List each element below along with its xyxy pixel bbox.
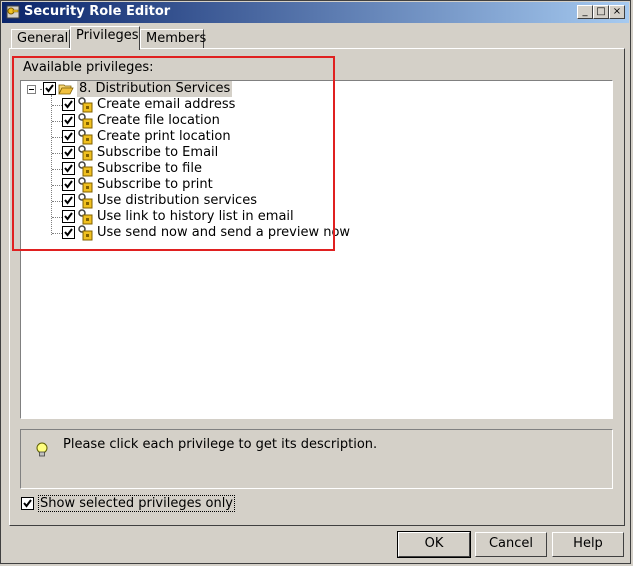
privilege-checkbox[interactable] — [62, 226, 75, 239]
privilege-checkbox[interactable] — [62, 130, 75, 143]
privilege-label: Subscribe to Email — [97, 145, 219, 160]
privilege-item[interactable]: Use send now and send a preview now — [25, 225, 350, 241]
root-label: 8. Distribution Services — [77, 81, 233, 97]
privilege-checkbox[interactable] — [62, 194, 75, 207]
privilege-item[interactable]: Create print location — [25, 129, 345, 145]
tree-connector — [52, 185, 62, 186]
lightbulb-icon — [36, 442, 48, 457]
privilege-checkbox[interactable] — [62, 210, 75, 223]
minimize-button[interactable]: _ — [577, 5, 593, 19]
tree-connector — [52, 121, 62, 122]
privilege-lock-icon — [78, 113, 93, 129]
title-bar[interactable]: Security Role Editor _ □ × — [2, 2, 629, 23]
show-selected-label[interactable]: Show selected privileges only — [38, 495, 235, 512]
privilege-lock-icon — [78, 145, 93, 161]
tree-root-node[interactable]: 8. Distribution Services — [25, 81, 325, 97]
collapse-icon[interactable] — [27, 85, 36, 94]
folder-open-icon — [58, 84, 74, 95]
help-button[interactable]: Help — [552, 532, 624, 557]
tree-connector — [52, 153, 62, 154]
privilege-item[interactable]: Subscribe to print — [25, 177, 345, 193]
tree-connector — [52, 201, 62, 202]
privilege-item[interactable]: Use distribution services — [25, 193, 345, 209]
privilege-lock-icon — [78, 177, 93, 193]
tab-privileges[interactable]: Privileges — [70, 26, 140, 50]
available-privileges-label: Available privileges: — [23, 60, 154, 75]
privilege-lock-icon — [78, 209, 93, 225]
privilege-checkbox[interactable] — [62, 114, 75, 127]
privilege-label: Use send now and send a preview now — [97, 225, 351, 240]
ok-button[interactable]: OK — [398, 532, 470, 557]
tree-connector — [52, 105, 62, 106]
security-role-editor-window: Security Role Editor _ □ × General Privi… — [0, 0, 631, 564]
privilege-label: Create print location — [97, 129, 231, 144]
privilege-item[interactable]: Use link to history list in email — [25, 209, 345, 225]
privilege-item[interactable]: Subscribe to file — [25, 161, 345, 177]
root-checkbox[interactable] — [43, 82, 56, 95]
privilege-lock-icon — [78, 129, 93, 145]
privilege-lock-icon — [78, 225, 93, 241]
tree-connector — [52, 137, 62, 138]
privilege-checkbox[interactable] — [62, 146, 75, 159]
description-text: Please click each privilege to get its d… — [63, 437, 378, 452]
key-icon — [6, 5, 20, 19]
privilege-label: Subscribe to print — [97, 177, 213, 192]
show-selected-checkbox[interactable] — [21, 497, 34, 510]
privilege-item[interactable]: Create file location — [25, 113, 345, 129]
window-title: Security Role Editor — [24, 4, 171, 19]
privilege-checkbox[interactable] — [62, 162, 75, 175]
privilege-lock-icon — [78, 97, 93, 113]
privilege-label: Subscribe to file — [97, 161, 202, 176]
close-button[interactable]: × — [609, 5, 625, 19]
tree-connector — [52, 233, 62, 234]
cancel-button[interactable]: Cancel — [475, 532, 547, 557]
privilege-item[interactable]: Create email address — [25, 97, 345, 113]
privilege-checkbox[interactable] — [62, 98, 75, 111]
privilege-label: Use link to history list in email — [97, 209, 294, 224]
privilege-lock-icon — [78, 161, 93, 177]
tab-members[interactable]: Members — [140, 29, 206, 49]
privilege-lock-icon — [78, 193, 93, 209]
privilege-label: Create email address — [97, 97, 236, 112]
tree-connector — [52, 217, 62, 218]
maximize-button[interactable]: □ — [593, 5, 609, 19]
privilege-item[interactable]: Subscribe to Email — [25, 145, 345, 161]
tree-connector — [52, 169, 62, 170]
privilege-label: Use distribution services — [97, 193, 257, 208]
privilege-label: Create file location — [97, 113, 220, 128]
tab-general[interactable]: General — [11, 29, 70, 49]
privileges-tree[interactable]: 8. Distribution Services Create email ad… — [20, 80, 613, 419]
privilege-checkbox[interactable] — [62, 178, 75, 191]
tab-strip: General Privileges Members — [9, 26, 609, 50]
